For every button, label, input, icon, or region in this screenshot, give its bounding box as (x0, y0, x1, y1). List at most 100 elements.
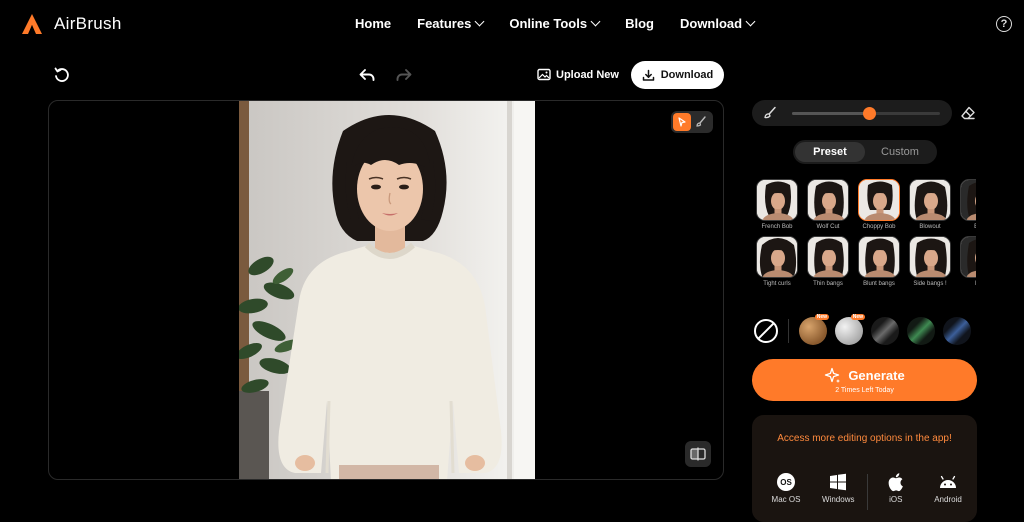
new-badge: New (814, 314, 829, 320)
hairstyle-thumbnail (909, 179, 951, 221)
color-swatch-bronze[interactable]: New (799, 314, 829, 345)
compare-icon (690, 447, 706, 461)
brush-tool-icon[interactable] (694, 115, 708, 129)
hairstyle-label: Thin bangs (813, 281, 843, 287)
macos-icon: OS (776, 472, 796, 492)
app-promo-card: Access more editing options in the app! … (752, 415, 977, 522)
portrait-photo (239, 101, 535, 479)
hairstyle-option[interactable]: Choppy Bob (858, 179, 900, 230)
platform-divider (866, 474, 868, 510)
brush-size-slider[interactable] (792, 107, 940, 120)
color-swatch-green[interactable] (907, 317, 935, 345)
hairstyle-label: Side bangs ! (913, 281, 947, 287)
generate-label: Generate (848, 368, 905, 383)
help-question-icon[interactable]: ? (996, 16, 1012, 32)
hairstyle-option[interactable]: French Bob (756, 179, 798, 230)
nav-online-tools-label: Online Tools (509, 16, 588, 31)
color-swatch-blue[interactable] (943, 317, 971, 345)
platform-android[interactable]: Android (924, 472, 972, 510)
brand-name: AirBrush (54, 14, 122, 33)
eraser-icon[interactable] (960, 105, 976, 121)
chevron-down-icon (745, 16, 756, 27)
hairstyle-option[interactable]: Thin bangs (807, 236, 849, 287)
color-swatch-silver[interactable]: New (835, 314, 865, 345)
promo-text: Access more editing options in the app! (777, 433, 952, 444)
nav-home[interactable]: Home (355, 16, 391, 31)
brush-size-fill (792, 112, 869, 115)
swatch-divider (788, 319, 789, 343)
reset-icon[interactable] (53, 66, 71, 84)
hairstyle-label: Blunt bangs (863, 281, 895, 287)
hairstyle-presets: French Bob Wolf Cut Choppy Bob Blowout Beac T… (756, 179, 976, 299)
nav-download-label: Download (679, 16, 743, 31)
main-menu: Home Features Online Tools Blog Download (355, 16, 756, 31)
chevron-down-icon (590, 16, 601, 27)
platform-macos[interactable]: OS Mac OS (762, 472, 810, 510)
compare-button[interactable] (685, 441, 711, 467)
tab-preset[interactable]: Preset (795, 142, 865, 162)
editor-toolbar: Upload New Download (0, 60, 740, 90)
image-upload-icon (537, 68, 551, 81)
hairstyle-thumbnail (858, 179, 900, 221)
top-navigation: AirBrush Home Features Online Tools Blog… (0, 0, 1024, 48)
hairstyle-option[interactable]: Beac (960, 179, 976, 230)
preset-custom-tabs: Preset Custom (793, 140, 937, 164)
hairstyle-option[interactable]: Side bangs ! (909, 236, 951, 287)
nav-home-label: Home (355, 16, 392, 31)
hairstyle-thumbnail (960, 179, 976, 221)
apple-icon (886, 472, 906, 492)
undo-icon[interactable] (358, 66, 376, 84)
editor-canvas[interactable] (48, 100, 724, 480)
sparkle-icon (825, 367, 841, 383)
nav-features[interactable]: Features (417, 16, 485, 31)
portrait-illustration (239, 101, 535, 479)
hairstyle-thumbnail (909, 236, 951, 278)
nav-download[interactable]: Download (679, 16, 756, 31)
hairstyle-option[interactable]: Blowout (909, 179, 951, 230)
redo-icon[interactable] (395, 66, 413, 84)
hairstyle-thumbnail (756, 236, 798, 278)
windows-icon (828, 472, 848, 492)
hairstyle-label: French Bob (761, 224, 793, 230)
brush-size-control (752, 100, 952, 126)
select-cursor-icon[interactable] (673, 113, 691, 131)
nav-features-label: Features (417, 16, 472, 31)
hairstyle-label: Blon (975, 281, 976, 287)
upload-new-button[interactable]: Upload New (537, 68, 619, 81)
platform-ios-label: iOS (889, 495, 903, 504)
tab-custom[interactable]: Custom (865, 142, 935, 162)
hairstyle-option[interactable]: Tight curls (756, 236, 798, 287)
platform-windows-label: Windows (822, 495, 855, 504)
hairstyle-thumbnail (756, 179, 798, 221)
android-icon (938, 472, 958, 492)
platform-windows[interactable]: Windows (814, 472, 862, 510)
hairstyle-thumbnail (858, 236, 900, 278)
nav-online-tools[interactable]: Online Tools (509, 16, 601, 31)
nav-blog-label: Blog (625, 16, 654, 31)
new-badge: New (850, 314, 865, 320)
brush-size-handle[interactable] (862, 107, 876, 120)
hairstyle-thumbnail (807, 179, 849, 221)
generate-button[interactable]: Generate 2 Times Left Today (752, 359, 977, 401)
canvas-tool-switch (671, 111, 713, 133)
hairstyle-thumbnail (960, 236, 976, 278)
color-swatch-dark-gray[interactable] (871, 317, 899, 345)
hairstyle-thumbnail (807, 236, 849, 278)
brand-logo[interactable]: AirBrush (20, 12, 122, 36)
brush-icon (764, 106, 776, 119)
hairstyle-grid: French Bob Wolf Cut Choppy Bob Blowout Beac T… (756, 179, 976, 287)
no-color-icon[interactable] (754, 319, 778, 343)
hairstyle-option[interactable]: Wolf Cut (807, 179, 849, 230)
download-button[interactable]: Download (631, 61, 724, 89)
platform-links: OS Mac OS Windows iOS Android (762, 472, 972, 510)
hair-color-swatches: New New (754, 314, 971, 345)
download-icon (642, 69, 654, 81)
platform-ios[interactable]: iOS (872, 472, 920, 510)
hairstyle-option[interactable]: Blunt bangs (858, 236, 900, 287)
hairstyle-label: Beac (974, 224, 976, 230)
hairstyle-option[interactable]: Blon (960, 236, 976, 287)
nav-blog[interactable]: Blog (625, 16, 654, 31)
hairstyle-label: Choppy Bob (862, 224, 896, 230)
hairstyle-label: Wolf Cut (816, 224, 840, 230)
hairstyle-label: Blowout (919, 224, 941, 230)
